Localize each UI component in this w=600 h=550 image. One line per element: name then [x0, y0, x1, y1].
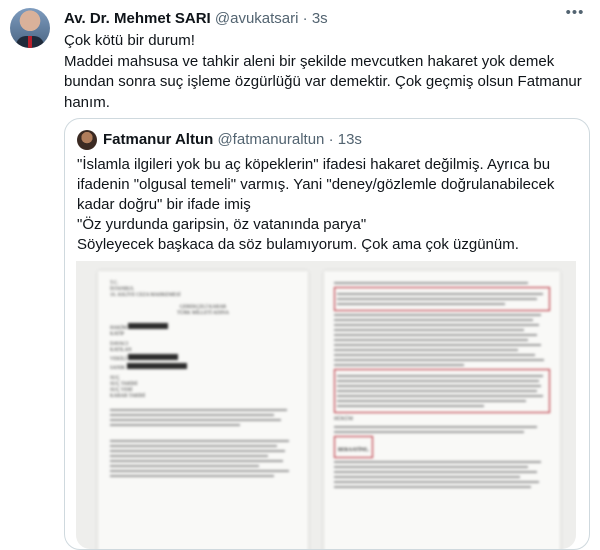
- verdict-box: BERAATİNE,: [334, 436, 373, 458]
- highlighted-box: [334, 369, 550, 413]
- document-right-page: HÜKÜM BERAATİNE,: [324, 271, 560, 549]
- more-horizontal-icon: •••: [565, 4, 585, 21]
- doc-field: HAKİM: [110, 323, 296, 332]
- author-handle[interactable]: @avukatsari: [215, 10, 299, 27]
- quoted-line: "İslamla ilgileri yok bu aç köpeklerin" …: [77, 156, 551, 173]
- highlighted-box: [334, 287, 550, 311]
- court-document-image[interactable]: T.C. İSTANBUL 16. ASLİYE CEZA MAHKEMESİ …: [76, 261, 576, 549]
- doc-field: SANIK: [110, 363, 296, 372]
- doc-field: VEKİLİ: [110, 354, 296, 363]
- quoted-text: "İslamla ilgileri yok bu aç köpeklerin" …: [77, 155, 577, 255]
- quoted-line: Söyleyecek başkaca da söz bulamıyorum. Ç…: [77, 236, 519, 253]
- more-options-button[interactable]: •••: [562, 4, 588, 24]
- tweet-text: Çok kötü bir durum! Maddei mahsusa ve ta…: [64, 32, 582, 111]
- document-left-page: T.C. İSTANBUL 16. ASLİYE CEZA MAHKEMESİ …: [98, 271, 308, 549]
- timestamp[interactable]: 3s: [312, 10, 328, 27]
- quoted-avatar[interactable]: [77, 130, 97, 150]
- doc-section-label: HÜKÜM: [334, 417, 353, 422]
- quoted-timestamp: 13s: [337, 131, 362, 148]
- quoted-line: kadar doğru" bir ifade imiş: [77, 196, 251, 213]
- quoted-author-handle: @fatmanuraltun: [217, 131, 325, 148]
- verdict-label: BERAATİNE,: [338, 448, 369, 453]
- avatar[interactable]: [10, 8, 50, 48]
- tweet-header: Av. Dr. Mehmet SARI @avukatsari · 3s: [64, 10, 328, 27]
- quoted-header: Fatmanur Altun @fatmanuraltun · 13s: [103, 131, 362, 148]
- quoted-line: ifadenin "olgusal temeli" varmış. Yani "…: [77, 176, 555, 193]
- quoted-author-name: Fatmanur Altun: [103, 131, 214, 148]
- avatar-tie: [28, 36, 32, 48]
- quoted-tweet[interactable]: Fatmanur Altun @fatmanuraltun · 13s "İsl…: [64, 118, 590, 550]
- quoted-separator-dot: ·: [328, 131, 334, 148]
- author-name[interactable]: Av. Dr. Mehmet SARI: [64, 10, 211, 27]
- separator-dot: ·: [302, 10, 308, 27]
- quoted-line: "Öz yurdunda garipsin, öz vatanında pary…: [77, 216, 367, 233]
